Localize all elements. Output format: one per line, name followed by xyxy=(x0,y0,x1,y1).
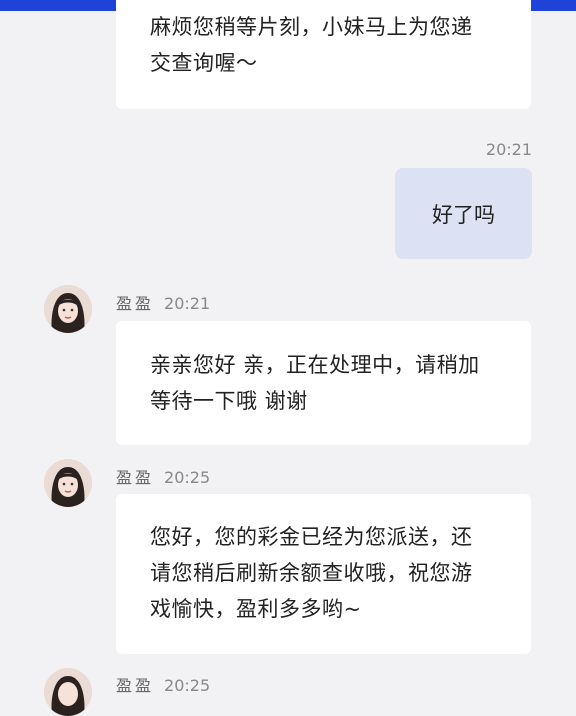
avatar-portrait xyxy=(44,668,92,716)
message-meta: 盈盈 20:25 xyxy=(116,464,210,488)
message-meta: 盈盈 20:25 xyxy=(116,672,210,696)
agent-avatar-icon[interactable] xyxy=(44,285,92,333)
avatar-portrait xyxy=(44,459,92,507)
message-text-line: 戏愉快，盈利多多哟~ xyxy=(150,597,362,621)
message-text-line: 亲亲您好 亲，正在处理中，请稍加 xyxy=(150,353,480,377)
sender-name: 盈盈 xyxy=(116,468,155,487)
message-text-line: 请您稍后刷新余额查收哦，祝您游 xyxy=(150,561,473,585)
agent-avatar-icon[interactable] xyxy=(44,668,92,716)
message-meta: 盈盈 20:21 xyxy=(116,290,210,314)
message-text-line: 麻烦您稍等片刻，小妹马上为您递 xyxy=(150,15,473,39)
incoming-message-bubble: 麻烦您稍等片刻，小妹马上为您递 交查询喔～ xyxy=(116,0,531,109)
agent-avatar-icon[interactable] xyxy=(44,459,92,507)
message-timestamp: 20:25 xyxy=(164,468,211,487)
incoming-message-bubble: 亲亲您好 亲，正在处理中，请稍加 等待一下哦 谢谢 xyxy=(116,321,531,445)
avatar-portrait xyxy=(44,285,92,333)
incoming-message-bubble: 您好，您的彩金已经为您派送，还 请您稍后刷新余额查收哦，祝您游 戏愉快，盈利多多… xyxy=(116,494,531,654)
sender-name: 盈盈 xyxy=(116,676,155,695)
sender-name: 盈盈 xyxy=(116,294,155,313)
message-timestamp: 20:21 xyxy=(164,294,211,313)
outgoing-message-bubble: 好了吗 xyxy=(395,168,532,259)
message-text: 好了吗 xyxy=(432,202,495,227)
message-timestamp: 20:21 xyxy=(485,140,532,159)
message-text-line: 您好，您的彩金已经为您派送，还 xyxy=(150,525,473,549)
message-text-line: 交查询喔～ xyxy=(150,51,258,75)
message-text-line: 等待一下哦 谢谢 xyxy=(150,389,308,413)
message-timestamp: 20:25 xyxy=(164,676,211,695)
